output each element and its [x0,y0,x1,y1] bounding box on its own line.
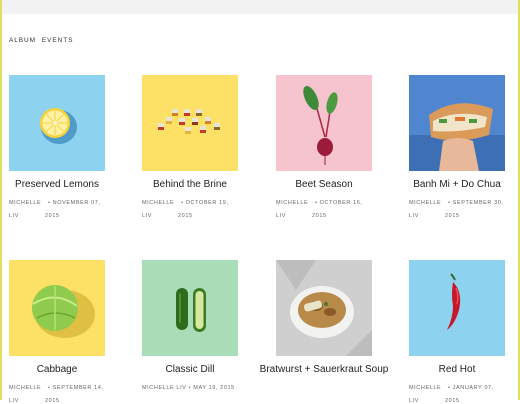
page-frame [0,0,520,400]
